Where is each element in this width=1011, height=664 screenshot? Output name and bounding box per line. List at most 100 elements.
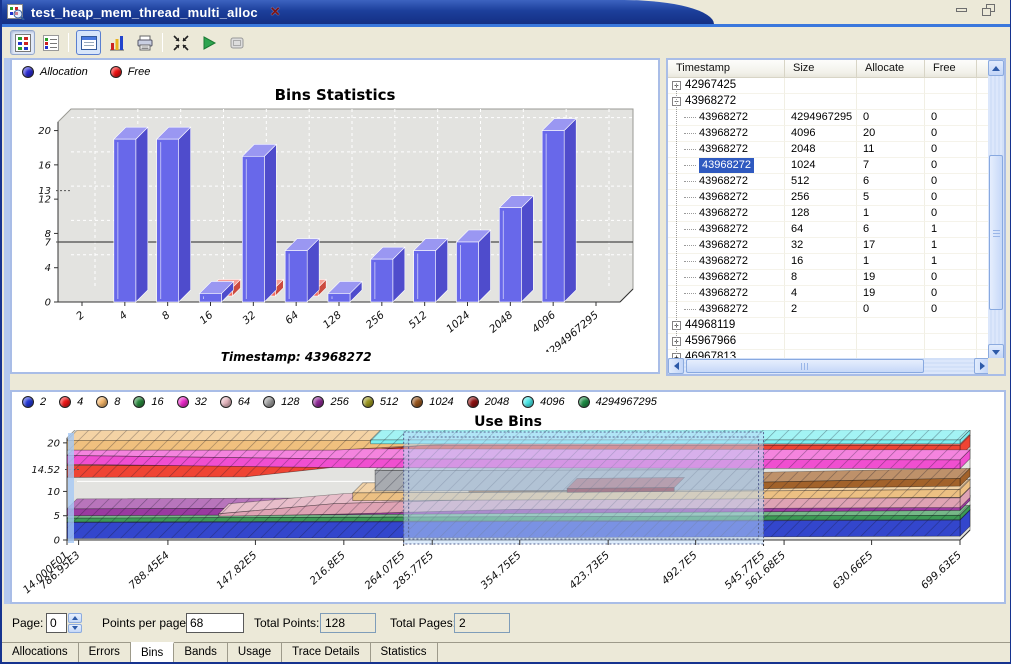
table-row[interactable]: 4396827212810 xyxy=(668,206,990,222)
table-horizontal-scrollbar[interactable] xyxy=(668,358,990,374)
table-group-row[interactable]: −43968272 xyxy=(668,94,990,110)
group-timestamp: 43968272 xyxy=(685,94,736,109)
cell-free: 1 xyxy=(925,238,977,254)
print-button[interactable] xyxy=(132,30,157,55)
cell-free: 1 xyxy=(925,222,977,238)
table-row[interactable]: 439682726461 xyxy=(668,222,990,238)
tab-errors[interactable]: Errors xyxy=(79,643,131,664)
bar-chart-button[interactable] xyxy=(104,30,129,55)
svg-text:14.52: 14.52 xyxy=(31,465,60,476)
tab-usage[interactable]: Usage xyxy=(228,643,282,664)
bar-chart-icon xyxy=(108,34,126,52)
table-row[interactable]: 439682728190 xyxy=(668,270,990,286)
table-row[interactable]: 4396827232171 xyxy=(668,238,990,254)
col-timestamp[interactable]: Timestamp xyxy=(668,60,785,78)
cell-size: 2 xyxy=(785,302,857,318)
cell-free: 0 xyxy=(925,270,977,286)
scroll-left-button[interactable] xyxy=(668,358,684,374)
table-vertical-scrollbar[interactable] xyxy=(988,60,1004,360)
use-bins-legend-item: 32 xyxy=(177,396,207,408)
tab-trace-details[interactable]: Trace Details xyxy=(282,643,370,664)
paging-controls: Page: Points per page: Total Points: 128… xyxy=(2,606,1010,642)
scrollbar-corner xyxy=(988,358,1004,374)
total-points-label: Total Points: xyxy=(254,616,319,630)
details-view-button[interactable] xyxy=(38,30,63,55)
tab-statistics[interactable]: Statistics xyxy=(371,643,438,664)
legend-color-dot xyxy=(220,396,232,408)
cell-size: 32 xyxy=(785,238,857,254)
legend-color-dot xyxy=(96,396,108,408)
bins-statistics-panel: AllocationFree Bins Statistics 048121620… xyxy=(10,58,660,374)
table-row[interactable]: 4396827251260 xyxy=(668,174,990,190)
cell-timestamp: 43968272 xyxy=(699,142,748,157)
table-row[interactable]: 43968272429496729500 xyxy=(668,110,990,126)
legend-label: 2048 xyxy=(485,396,509,408)
svg-text:699.63E5: 699.63E5 xyxy=(919,549,964,592)
chart-window-button[interactable] xyxy=(76,30,101,55)
cell-allocate: 0 xyxy=(857,110,925,126)
scroll-up-button[interactable] xyxy=(988,60,1004,76)
table-row[interactable]: 43968272200 xyxy=(668,302,990,318)
toolbar xyxy=(2,27,1010,58)
table-row[interactable]: 439682721611 xyxy=(668,254,990,270)
table-group-row[interactable]: +42967425 xyxy=(668,78,990,94)
group-timestamp: 42967425 xyxy=(685,78,736,93)
cell-free: 0 xyxy=(925,302,977,318)
close-icon[interactable]: ✕ xyxy=(270,4,281,20)
svg-text:423.73E5: 423.73E5 xyxy=(567,549,612,592)
legend-label: 64 xyxy=(238,396,250,408)
legend-color-dot xyxy=(362,396,374,408)
use-bins-legend-item: 2 xyxy=(22,396,46,408)
horizontal-scroll-thumb[interactable] xyxy=(686,359,924,373)
tab-bands[interactable]: Bands xyxy=(174,643,228,664)
restore-button[interactable] xyxy=(981,4,998,17)
col-free[interactable]: Free xyxy=(925,60,977,78)
table-row[interactable]: 439682724096200 xyxy=(668,126,990,142)
view-tab[interactable]: test_heap_mem_thread_multi_alloc ✕ xyxy=(2,0,714,24)
table-row[interactable]: 4396827225650 xyxy=(668,190,990,206)
svg-text:147.82E5: 147.82E5 xyxy=(214,549,259,592)
minimize-button[interactable] xyxy=(954,4,971,17)
details-view-icon xyxy=(42,34,60,52)
toolbar-separator xyxy=(68,33,69,52)
svg-text:2048: 2048 xyxy=(487,309,515,336)
group-timestamp: 44968119 xyxy=(685,318,735,333)
cell-allocate xyxy=(857,318,925,334)
cell-size: 64 xyxy=(785,222,857,238)
tab-allocations[interactable]: Allocations xyxy=(2,643,79,664)
cell-allocate: 17 xyxy=(857,238,925,254)
group-timestamp: 45967966 xyxy=(685,334,736,349)
page-spin-down-button[interactable] xyxy=(68,624,82,634)
tab-bins[interactable]: Bins xyxy=(131,642,174,663)
cell-size: 512 xyxy=(785,174,857,190)
run-button[interactable] xyxy=(196,30,221,55)
points-per-page-input[interactable] xyxy=(186,613,244,633)
fit-to-window-button[interactable] xyxy=(168,30,193,55)
legend-color-dot xyxy=(133,396,145,408)
cell-size: 256 xyxy=(785,190,857,206)
vertical-scroll-thumb[interactable] xyxy=(989,155,1003,310)
cell-timestamp: 43968272 xyxy=(699,286,748,301)
page-spinner-input[interactable] xyxy=(46,613,67,633)
bins-chart-timestamp: Timestamp: 43968272 xyxy=(12,350,580,364)
table-row[interactable]: 439682724190 xyxy=(668,286,990,302)
grid-view-button[interactable] xyxy=(10,30,35,55)
col-size[interactable]: Size xyxy=(785,60,857,78)
points-per-page-label: Points per page: xyxy=(102,616,189,630)
grid-view-icon xyxy=(14,34,32,52)
col-allocate[interactable]: Allocate xyxy=(857,60,925,78)
svg-text:4: 4 xyxy=(45,263,51,274)
table-row[interactable]: 439682722048110 xyxy=(668,142,990,158)
table-row[interactable]: 43968272102470 xyxy=(668,158,990,174)
page-spin-up-button[interactable] xyxy=(68,613,82,623)
table-group-row[interactable]: +45967966 xyxy=(668,334,990,350)
use-bins-band-chart[interactable]: 05102014.5214.000E01786.95E3788.45E4147.… xyxy=(12,430,1004,602)
legend-label: 8 xyxy=(114,396,120,408)
run-icon xyxy=(200,34,218,52)
legend-color-dot xyxy=(411,396,423,408)
tab-title: test_heap_mem_thread_multi_alloc xyxy=(31,5,258,20)
toolbar-separator xyxy=(162,33,163,52)
snapshot-button[interactable] xyxy=(224,30,249,55)
allocation-table-panel: Timestamp Size Allocate Free +42967425−4… xyxy=(666,58,1006,376)
table-group-row[interactable]: +44968119 xyxy=(668,318,990,334)
